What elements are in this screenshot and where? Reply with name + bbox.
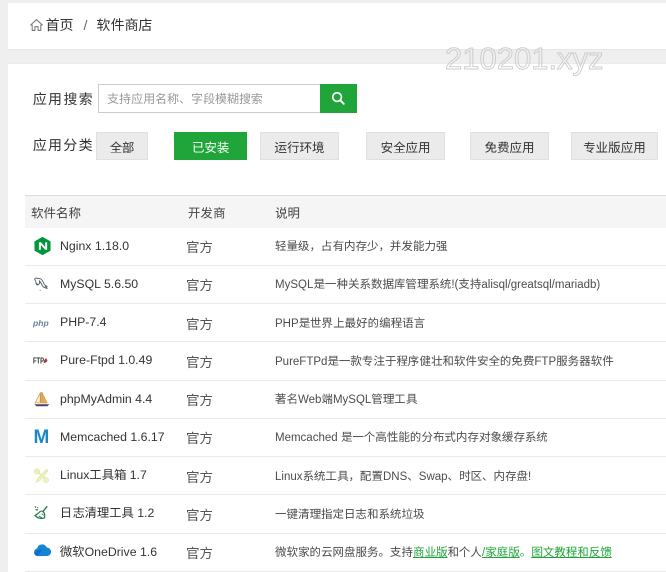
svg-text:php: php: [33, 318, 49, 328]
svg-text:M: M: [33, 428, 49, 447]
svg-text:FTP: FTP: [33, 356, 44, 367]
